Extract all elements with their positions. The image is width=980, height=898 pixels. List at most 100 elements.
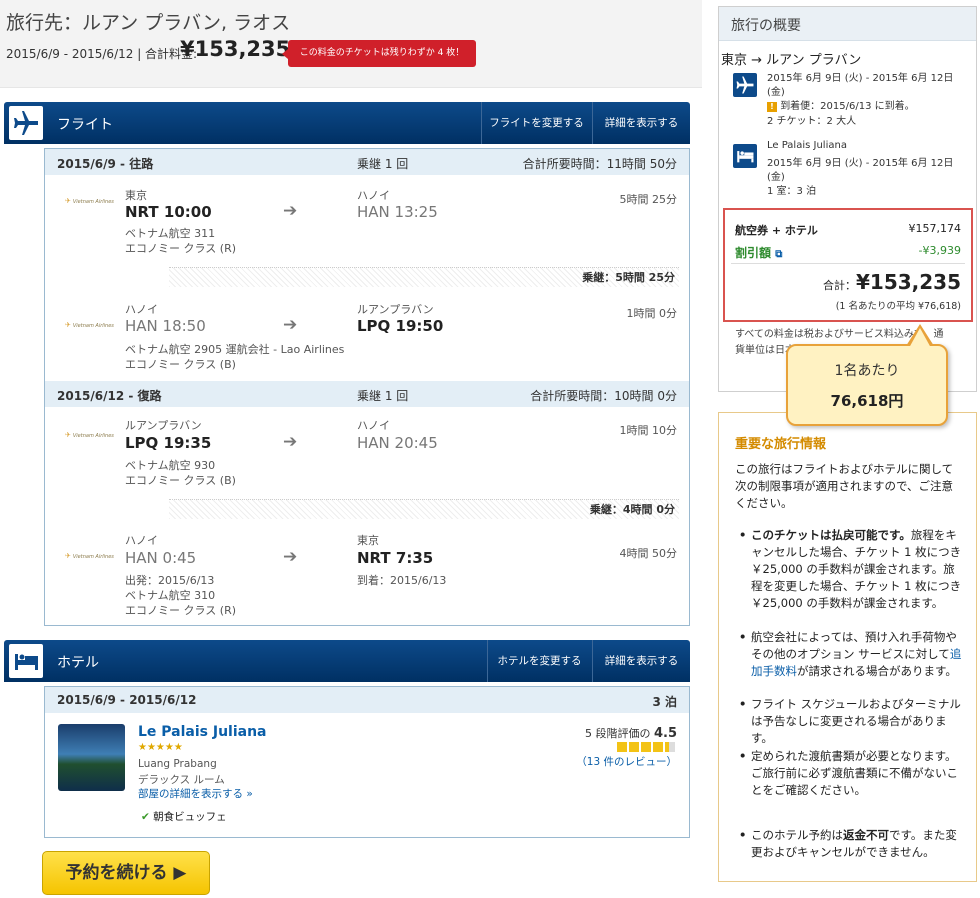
discount-label-text: 割引額 <box>735 246 772 260</box>
airline-flight: ベトナム航空 310 <box>125 589 216 602</box>
layover-bar: 乗継：4時間 0分 <box>169 499 679 519</box>
to-time: NRT 7:35 <box>357 549 434 567</box>
hotel-refund-bold: 返金不可 <box>843 828 889 842</box>
total-value: ¥153,235 <box>855 270 961 294</box>
segment-duration: 1時間 10分 <box>619 424 678 437</box>
arrival-date: 到着：2015/6/13 <box>357 574 447 587</box>
summary-hotel-dates: 2015年 6月 9日 (火) - 2015年 6月 12日 <box>767 158 954 169</box>
segment-duration: 1時間 0分 <box>626 307 678 320</box>
arrow-right-icon: ➔ <box>283 315 298 335</box>
outbound-date: 2015/6/9 - 往路 <box>57 157 154 171</box>
rating-label: 5 段階評価の <box>584 727 651 740</box>
callout-label: 1名あたり <box>834 363 900 379</box>
summary-route: 東京 → ルアン プラバン <box>721 53 862 68</box>
from-city: ハノイ <box>125 303 158 316</box>
cabin-class: エコノミー クラス (B) <box>125 474 236 487</box>
plane-icon <box>733 73 757 97</box>
arrival-note-text: 到着便：2015/6/13 に到着。 <box>780 101 915 112</box>
divider <box>731 263 965 264</box>
outbound-stops: 乗継 1 回 <box>357 157 409 171</box>
return-total-duration: 合計所要時間：10時間 0分 <box>530 389 677 403</box>
warning-icon: ! <box>767 102 777 112</box>
hotel-rating: 5 段階評価の 4.5 <box>585 725 677 741</box>
hotel-details-button[interactable]: 詳細を表示する <box>592 640 690 682</box>
info-bullet-fees: 航空会社によっては、預け入れ手荷物やその他のオプション サービスに対して追加手数… <box>739 629 965 680</box>
to-time: HAN 13:25 <box>357 203 438 221</box>
hotel-dates-header: 2015/6/9 - 2015/6/12 3 泊 <box>45 687 689 713</box>
breakfast-amenity: ✔ 朝食ビュッフェ <box>141 809 227 824</box>
airline-logo: Vietnam Airlines <box>65 197 115 205</box>
hotel-section-bar: ホテル ホテルを変更する 詳細を表示する <box>4 640 690 682</box>
continue-booking-button[interactable]: 予約を続ける ▶ <box>42 851 210 895</box>
package-label: 航空券 + ホテル <box>735 224 818 237</box>
airline-logo: Vietnam Airlines <box>65 431 115 439</box>
check-icon: ✔ <box>141 811 150 823</box>
per-person-callout: 1名あたり 76,618円 <box>786 324 948 426</box>
booking-page: 旅行先：ルアン プラバン, ラオス 2015/6/9 - 2015/6/12 |… <box>0 0 980 898</box>
summary-flight-dates-cont: (金) <box>767 87 785 98</box>
from-time: HAN 0:45 <box>125 549 197 567</box>
callout-value: 76,618円 <box>830 392 904 410</box>
to-time: LPQ 19:50 <box>357 317 444 335</box>
hotel-photo[interactable] <box>58 724 125 791</box>
summary-total: 合計：¥153,235 <box>823 270 961 294</box>
to-city: 東京 <box>357 534 379 547</box>
from-city: ハノイ <box>125 534 158 547</box>
flight-section-bar: フライト フライトを変更する 詳細を表示する <box>4 102 690 144</box>
from-city: ルアンプラバン <box>125 419 202 432</box>
important-info-title: 重要な旅行情報 <box>735 437 827 452</box>
important-info-panel: 重要な旅行情報 この旅行はフライトおよびホテルに関して次の制限事項が適用されます… <box>718 412 977 882</box>
bed-icon <box>733 144 757 168</box>
discount-label: 割引額 ⧉ <box>735 244 782 261</box>
package-price: ¥157,174 <box>908 222 962 235</box>
return-stops: 乗継 1 回 <box>357 389 409 403</box>
segment-duration: 4時間 50分 <box>619 547 678 560</box>
change-hotel-button[interactable]: ホテルを変更する <box>487 640 591 682</box>
to-time: HAN 20:45 <box>357 434 438 452</box>
summary-title: 旅行の概要 <box>719 7 976 41</box>
outbound-leg-header: 2015/6/9 - 往路 乗継 1 回 合計所要時間：11時間 50分 <box>45 149 689 175</box>
return-date: 2015/6/12 - 復路 <box>57 389 162 403</box>
info-bullet-refund: このチケットは払戻可能です。旅程をキャンセルした場合、チケット 1 枚につき ￥… <box>739 527 965 612</box>
reviews-link[interactable]: （13 件のレビュー） <box>576 754 677 769</box>
page-title: 旅行先：ルアン プラバン, ラオス <box>6 12 291 34</box>
hotel-section-title: ホテル <box>57 655 99 671</box>
total-label: 合計： <box>822 279 856 292</box>
arrow-right-icon: ➔ <box>283 432 298 452</box>
flight-panel: 2015/6/9 - 往路 乗継 1 回 合計所要時間：11時間 50分 Vie… <box>44 148 690 626</box>
airline-flight: ベトナム航空 2905 運航会社 - Lao Airlines <box>125 343 345 356</box>
change-flight-button[interactable]: フライトを変更する <box>481 102 591 144</box>
cabin-class: エコノミー クラス (R) <box>125 242 236 255</box>
airline-flight: ベトナム航空 930 <box>125 459 216 472</box>
popup-icon[interactable]: ⧉ <box>775 249 782 260</box>
info-bullet-schedule: フライト スケジュールおよびターミナルは予告なしに変更される場合があります。 <box>739 696 965 747</box>
from-time: HAN 18:50 <box>125 317 206 335</box>
summary-flight-dates: 2015年 6月 9日 (火) - 2015年 6月 12日 <box>767 73 954 84</box>
price-breakdown: 航空券 + ホテル ¥157,174 割引額 ⧉ -¥3,939 合計：¥153… <box>723 208 973 322</box>
from-time: LPQ 19:35 <box>125 434 212 452</box>
trip-header: 旅行先：ルアン プラバン, ラオス 2015/6/9 - 2015/6/12 |… <box>0 0 702 88</box>
fees-text: 航空会社によっては、預け入れ手荷物やその他のオプション サービスに対して <box>751 630 957 661</box>
room-details-label: 部屋の詳細を表示する <box>138 788 243 800</box>
departure-date: 出発：2015/6/13 <box>125 574 215 587</box>
flight-details-button[interactable]: 詳細を表示する <box>592 102 690 144</box>
summary-hotel-name: Le Palais Juliana <box>767 140 847 151</box>
to-city: ハノイ <box>357 419 390 432</box>
trip-summary: 旅行の概要 東京 → ルアン プラバン 2015年 6月 9日 (火) - 20… <box>718 6 977 392</box>
arrival-note: ! 到着便：2015/6/13 に到着。 <box>767 97 915 112</box>
hotel-refund-text: このホテル予約は <box>751 828 843 842</box>
total-price: ¥153,235 <box>180 37 291 61</box>
segment-duration: 5時間 25分 <box>619 193 678 206</box>
cabin-class: エコノミー クラス (B) <box>125 358 236 371</box>
rating-bar <box>617 742 675 752</box>
rating-bar-fill <box>617 742 670 752</box>
arrow-right-icon: ➔ <box>283 201 298 221</box>
airline-logo: Vietnam Airlines <box>65 321 115 329</box>
hotel-name-link[interactable]: Le Palais Juliana <box>138 724 267 740</box>
room-type: デラックス ルーム <box>138 774 225 786</box>
ticket-count: 2 チケット：2 大人 <box>767 116 857 127</box>
bed-icon <box>9 644 43 678</box>
room-details-link[interactable]: 部屋の詳細を表示する » <box>138 786 253 801</box>
plane-icon <box>9 106 43 140</box>
breakfast-label: 朝食ビュッフェ <box>153 811 227 823</box>
